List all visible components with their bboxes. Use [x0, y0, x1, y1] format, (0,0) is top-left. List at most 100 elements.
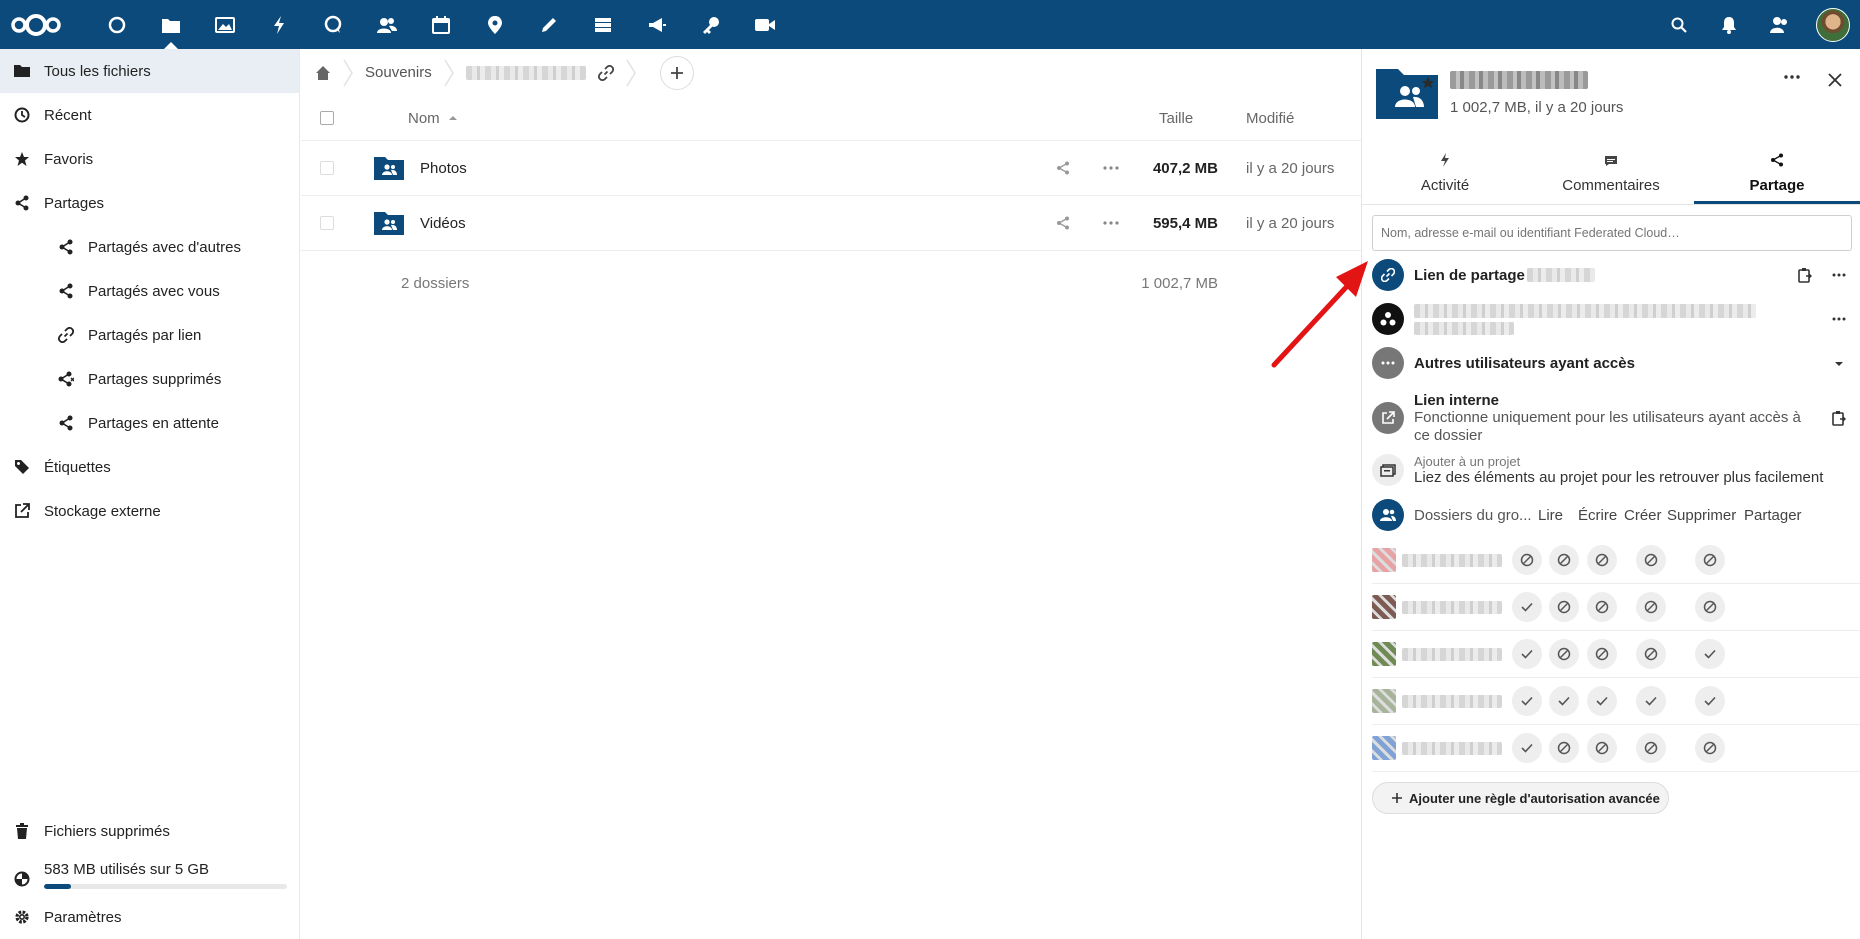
breadcrumb-current[interactable] — [465, 49, 586, 96]
sidebar-item-all-files[interactable]: Tous les fichiers — [0, 49, 299, 93]
deny-icon[interactable] — [1549, 733, 1579, 763]
other-users-with-access[interactable]: Autres utilisateurs ayant accès — [1362, 341, 1860, 385]
deny-icon[interactable] — [1549, 545, 1579, 575]
deny-icon[interactable] — [1636, 592, 1666, 622]
share-icon[interactable] — [1056, 161, 1070, 175]
files-app-icon[interactable] — [144, 0, 198, 49]
check-icon[interactable] — [1512, 686, 1542, 716]
tab-sharing[interactable]: Partage — [1694, 139, 1860, 204]
sort-by-name[interactable]: Nom — [408, 110, 458, 127]
more-actions-icon[interactable] — [1832, 317, 1846, 321]
sidebar-item-recent[interactable]: Récent — [0, 93, 299, 137]
sidebar-item-deleted-shares[interactable]: Partages supprimés — [0, 357, 299, 401]
quota-indicator: 583 MB utilisés sur 5 GB — [0, 853, 300, 895]
check-icon[interactable] — [1695, 639, 1725, 669]
deny-icon[interactable] — [1587, 592, 1617, 622]
deny-icon[interactable] — [1636, 545, 1666, 575]
video-icon[interactable] — [738, 0, 792, 49]
sidebar-item-favorites[interactable]: Favoris — [0, 137, 299, 181]
header-right — [1654, 0, 1860, 49]
deny-icon[interactable] — [1549, 639, 1579, 669]
contacts-icon[interactable] — [360, 0, 414, 49]
check-icon[interactable] — [1512, 592, 1542, 622]
deny-icon[interactable] — [1636, 733, 1666, 763]
share-icon[interactable] — [1056, 216, 1070, 230]
file-name[interactable]: Photos — [420, 160, 467, 177]
check-icon[interactable] — [1512, 733, 1542, 763]
file-name[interactable]: Vidéos — [420, 215, 466, 232]
contacts-menu-icon[interactable] — [1754, 0, 1804, 49]
copy-internal-link-icon[interactable] — [1832, 410, 1846, 426]
deny-icon[interactable] — [1587, 733, 1617, 763]
passwords-icon[interactable] — [684, 0, 738, 49]
sidebar-item-shared-by-link[interactable]: Partagés par lien — [0, 313, 299, 357]
project-title: Ajouter à un projet — [1414, 454, 1521, 469]
deny-icon[interactable] — [1636, 639, 1666, 669]
chevron-down-icon[interactable] — [1834, 361, 1844, 367]
add-advanced-rule-button[interactable]: Ajouter une règle d'autorisation avancée — [1372, 782, 1669, 814]
column-size-label[interactable]: Taille — [1159, 110, 1193, 127]
check-icon[interactable] — [1512, 639, 1542, 669]
sidebar-item-external-storage[interactable]: Stockage externe — [0, 489, 299, 533]
sidebar-item-shared-with-you[interactable]: Partagés avec vous — [0, 269, 299, 313]
close-icon[interactable] — [1828, 73, 1842, 87]
share-search-input[interactable] — [1372, 215, 1852, 251]
sidebar-item-shares[interactable]: Partages — [0, 181, 299, 225]
deny-icon[interactable] — [1695, 733, 1725, 763]
deny-icon[interactable] — [1695, 545, 1725, 575]
column-modified-label[interactable]: Modifié — [1246, 110, 1294, 127]
photos-icon[interactable] — [198, 0, 252, 49]
deny-icon[interactable] — [1587, 639, 1617, 669]
deny-icon[interactable] — [1512, 545, 1542, 575]
permission-user-name — [1402, 647, 1502, 661]
add-to-project[interactable]: Ajouter à un projet Liez des éléments au… — [1362, 447, 1860, 493]
row-checkbox[interactable] — [320, 216, 334, 230]
copy-link-icon[interactable] — [1798, 267, 1812, 283]
more-actions-icon[interactable] — [1832, 273, 1846, 277]
check-icon[interactable] — [1549, 686, 1579, 716]
bell-icon[interactable] — [1704, 0, 1754, 49]
announcements-icon[interactable] — [630, 0, 684, 49]
link-icon[interactable] — [597, 64, 614, 81]
sidebar-item-pending-shares[interactable]: Partages en attente — [0, 401, 299, 445]
notes-icon[interactable] — [522, 0, 576, 49]
sidebar-item-label: Récent — [44, 106, 92, 124]
user-avatar[interactable] — [1816, 7, 1850, 42]
more-actions-icon[interactable] — [1784, 75, 1800, 79]
tab-comments[interactable]: Commentaires — [1528, 139, 1694, 204]
breadcrumb-item[interactable]: Souvenirs — [365, 49, 432, 96]
new-button[interactable] — [659, 55, 694, 90]
nextcloud-logo[interactable] — [10, 0, 74, 49]
file-modified: il y a 20 jours — [1246, 159, 1335, 177]
select-all-checkbox[interactable] — [320, 111, 334, 125]
group-folder-icon — [1376, 69, 1438, 119]
share-link-label[interactable]: Lien de partage — [1414, 267, 1525, 284]
dashboard-icon[interactable] — [90, 0, 144, 49]
tab-activity[interactable]: Activité — [1362, 139, 1528, 204]
file-row[interactable]: Photos 407,2 MB il y a 20 jours — [301, 141, 1361, 196]
check-icon[interactable] — [1636, 686, 1666, 716]
deny-icon[interactable] — [1695, 592, 1725, 622]
deny-icon[interactable] — [1587, 545, 1617, 575]
deck-icon[interactable] — [576, 0, 630, 49]
deny-icon[interactable] — [1549, 592, 1579, 622]
file-row[interactable]: Vidéos 595,4 MB il y a 20 jours — [301, 196, 1361, 251]
row-checkbox[interactable] — [320, 161, 334, 175]
sidebar-item-tags[interactable]: Étiquettes — [0, 445, 299, 489]
dots-icon — [1372, 347, 1404, 379]
home-icon[interactable] — [315, 49, 331, 96]
permission-user-name — [1402, 741, 1502, 755]
sidebar-item-settings[interactable]: Paramètres — [0, 895, 300, 939]
talk-icon[interactable] — [306, 0, 360, 49]
more-actions-icon[interactable] — [1103, 166, 1119, 170]
calendar-icon[interactable] — [414, 0, 468, 49]
activity-icon[interactable] — [252, 0, 306, 49]
check-icon[interactable] — [1587, 686, 1617, 716]
folder-icon — [14, 63, 30, 79]
check-icon[interactable] — [1695, 686, 1725, 716]
maps-icon[interactable] — [468, 0, 522, 49]
search-icon[interactable] — [1654, 0, 1704, 49]
sidebar-item-shared-with-others[interactable]: Partagés avec d'autres — [0, 225, 299, 269]
more-actions-icon[interactable] — [1103, 221, 1119, 225]
sidebar-item-deleted-files[interactable]: Fichiers supprimés — [0, 809, 300, 853]
